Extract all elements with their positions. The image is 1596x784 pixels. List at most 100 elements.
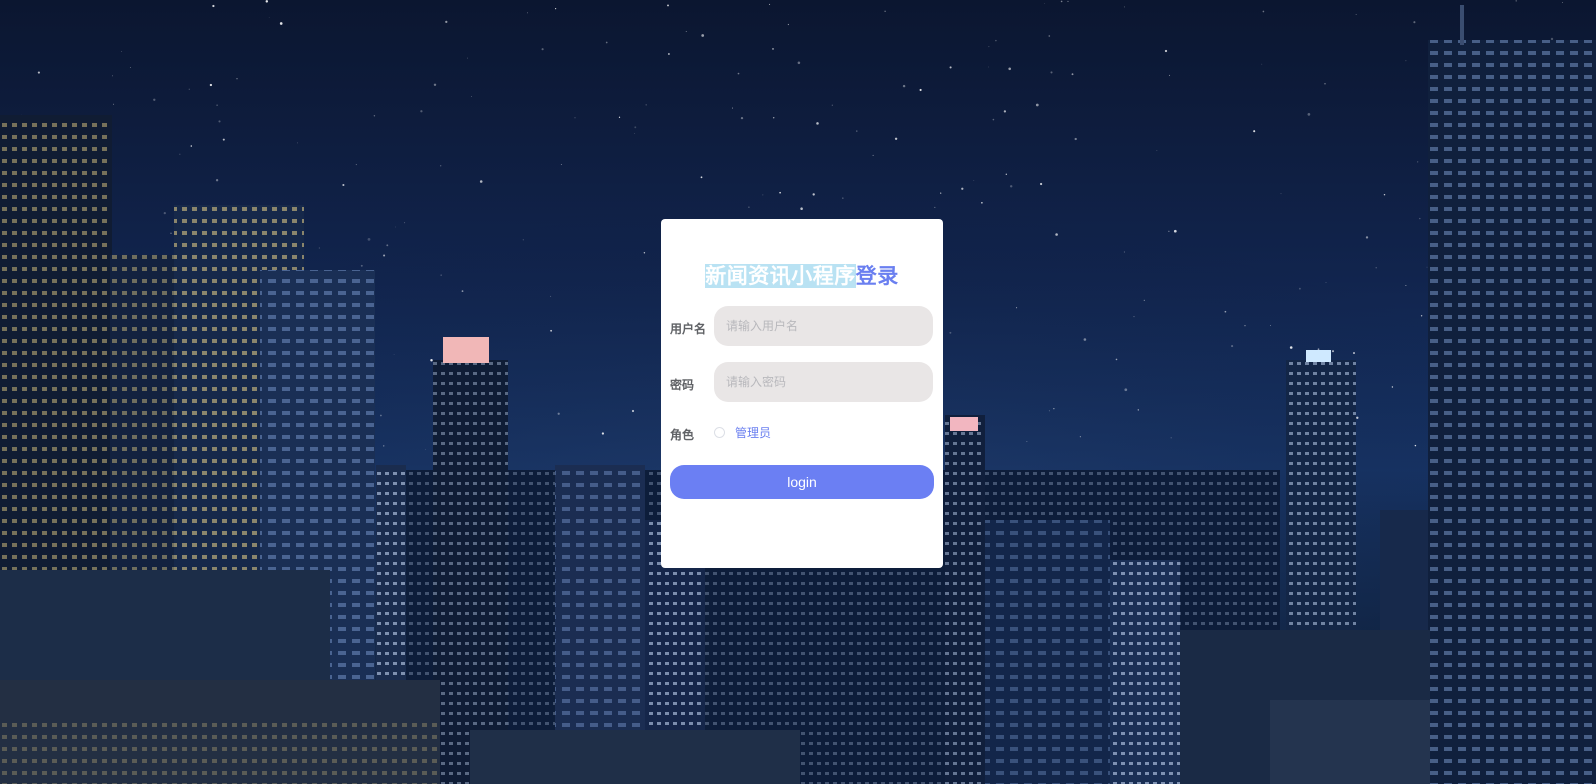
star <box>1067 0 1069 2</box>
star <box>1009 185 1013 188</box>
star <box>1035 103 1039 107</box>
star <box>831 104 833 106</box>
star <box>541 48 544 51</box>
star <box>1003 110 1007 113</box>
star <box>748 206 750 208</box>
star <box>772 48 774 50</box>
star <box>1026 441 1028 442</box>
star <box>560 164 562 165</box>
star <box>1515 0 1517 2</box>
star <box>842 197 844 199</box>
star <box>1317 348 1320 351</box>
star <box>433 83 437 87</box>
star <box>779 191 781 194</box>
star <box>605 41 608 44</box>
star <box>190 145 193 147</box>
star <box>934 206 936 208</box>
star <box>737 72 740 75</box>
star <box>992 118 995 121</box>
star <box>1074 137 1077 141</box>
star <box>1008 67 1011 71</box>
star <box>555 8 557 10</box>
star <box>445 20 448 24</box>
star <box>1356 416 1359 419</box>
star <box>425 449 427 450</box>
star <box>467 57 469 59</box>
star <box>37 71 40 74</box>
star <box>1417 161 1419 163</box>
star <box>1123 251 1125 253</box>
password-label: 密码 <box>670 378 695 392</box>
star <box>1253 130 1256 133</box>
star <box>800 207 803 210</box>
star <box>872 154 874 156</box>
star <box>1391 386 1394 388</box>
star <box>373 115 376 117</box>
star <box>527 12 528 14</box>
star <box>643 252 646 254</box>
star <box>1124 388 1128 392</box>
star <box>1261 63 1263 65</box>
star <box>318 247 321 249</box>
star <box>471 96 473 97</box>
star <box>988 66 990 68</box>
title-highlighted-text: 新闻资讯小程序 <box>705 264 856 288</box>
star <box>1426 266 1428 268</box>
star <box>430 359 433 362</box>
star <box>1562 1 1563 3</box>
star <box>981 201 983 204</box>
password-input[interactable] <box>714 362 933 402</box>
star <box>1156 150 1158 151</box>
star <box>772 117 775 119</box>
star <box>902 84 906 88</box>
star <box>355 164 357 166</box>
login-button[interactable]: login <box>670 465 934 499</box>
star <box>420 110 423 113</box>
star <box>1419 217 1421 220</box>
star <box>461 290 464 292</box>
star <box>216 104 218 106</box>
star <box>1083 338 1087 341</box>
star <box>129 67 131 69</box>
star <box>1133 316 1135 318</box>
star <box>440 274 442 276</box>
star <box>1173 229 1177 233</box>
star <box>634 133 635 134</box>
star <box>667 4 669 7</box>
login-card: 新闻资讯小程序登录 用户名 密码 角色 管理员 login <box>661 219 943 568</box>
star <box>1137 409 1139 411</box>
star <box>1324 83 1326 85</box>
star <box>1016 307 1018 309</box>
star <box>988 46 990 48</box>
star <box>1231 345 1234 348</box>
star <box>1050 71 1053 74</box>
star <box>1164 49 1168 53</box>
star <box>268 17 270 18</box>
star <box>1414 444 1417 447</box>
star <box>113 103 115 105</box>
star <box>995 39 997 42</box>
star <box>1039 182 1043 186</box>
star <box>1355 14 1357 15</box>
star <box>1005 173 1007 175</box>
role-option-admin-label[interactable]: 管理员 <box>735 424 771 441</box>
radio-circle-icon[interactable] <box>714 427 725 438</box>
star <box>762 194 764 196</box>
star <box>209 83 213 87</box>
star <box>894 137 898 140</box>
star <box>297 142 298 144</box>
star <box>1244 325 1246 327</box>
star <box>1170 437 1172 439</box>
role-radio-admin[interactable]: 管理员 <box>714 424 771 441</box>
username-input[interactable] <box>714 306 933 346</box>
star <box>395 226 397 228</box>
star <box>1169 74 1171 76</box>
star <box>1550 37 1554 41</box>
star <box>1224 310 1227 313</box>
star <box>1289 346 1293 349</box>
star <box>215 179 219 182</box>
star <box>685 31 687 33</box>
star <box>1331 350 1335 353</box>
star <box>1325 282 1327 283</box>
star <box>1055 233 1058 236</box>
